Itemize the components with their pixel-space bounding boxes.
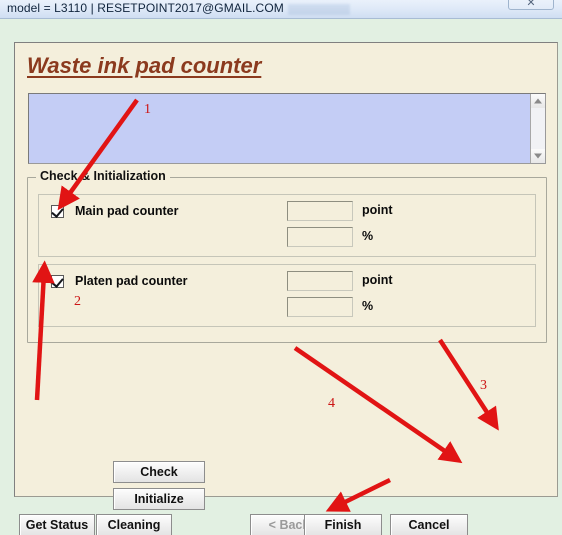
platen-pad-counter-panel: Platen pad counter point %	[38, 264, 536, 327]
main-pad-point-unit: point	[362, 203, 393, 217]
main-pad-counter-panel: Main pad counter point %	[38, 194, 536, 257]
cleaning-button[interactable]: Cleaning	[96, 514, 172, 535]
main-pad-counter-checkbox[interactable]: Main pad counter	[51, 204, 178, 218]
page-title: Waste ink pad counter	[27, 53, 262, 78]
scrollbar-down-button[interactable]	[531, 149, 545, 163]
wizard-page: Waste ink pad counter Check & Initializa…	[14, 42, 558, 510]
main-pad-percent-unit: %	[362, 229, 374, 243]
close-button[interactable]: ✕	[508, 0, 554, 10]
scrollbar-up-button[interactable]	[531, 94, 545, 108]
waste-ink-pad-counter-window: model = L3110 | RESETPOINT2017@GMAIL.COM…	[0, 0, 562, 535]
checkbox-icon[interactable]	[51, 204, 64, 218]
scrollbar-track[interactable]	[531, 108, 545, 149]
log-output-listbox[interactable]	[28, 93, 546, 164]
group-legend: Check & Initialization	[36, 169, 170, 183]
window-titlebar: model = L3110 | RESETPOINT2017@GMAIL.COM…	[0, 0, 562, 19]
main-pad-point-field[interactable]	[287, 201, 353, 221]
platen-pad-percent-field[interactable]	[287, 297, 353, 317]
annotation-label-2: 2	[74, 294, 81, 309]
checkmark-icon	[51, 274, 64, 288]
window-body: Waste ink pad counter Check & Initializa…	[5, 20, 558, 535]
check-initialization-group: Check & Initialization Main pad counter …	[27, 169, 547, 343]
platen-pad-counter-checkbox[interactable]: Platen pad counter	[51, 274, 188, 288]
checkbox-icon[interactable]	[51, 274, 64, 288]
titlebar-smudge	[288, 4, 350, 15]
platen-pad-point-unit: point	[362, 273, 393, 287]
finish-button[interactable]: Finish	[304, 514, 382, 535]
check-button[interactable]: Check	[113, 461, 205, 483]
get-status-button[interactable]: Get Status	[19, 514, 95, 535]
main-pad-percent-field[interactable]	[287, 227, 353, 247]
scroll-up-arrow-icon	[534, 98, 542, 104]
platen-pad-percent-unit: %	[362, 299, 374, 313]
checkmark-icon	[51, 204, 64, 218]
initialize-button[interactable]: Initialize	[113, 488, 205, 510]
main-pad-counter-label: Main pad counter	[75, 204, 179, 218]
cancel-button[interactable]: Cancel	[390, 514, 468, 535]
platen-pad-counter-label: Platen pad counter	[75, 274, 188, 288]
log-scrollbar[interactable]	[530, 94, 545, 163]
scroll-down-arrow-icon	[534, 153, 542, 159]
platen-pad-point-field[interactable]	[287, 271, 353, 291]
annotation-label-4: 4	[328, 396, 335, 411]
annotation-label-3: 3	[480, 378, 487, 393]
window-title: model = L3110 | RESETPOINT2017@GMAIL.COM	[7, 1, 284, 15]
close-icon: ✕	[526, 0, 536, 9]
annotation-label-1: 1	[144, 102, 151, 117]
